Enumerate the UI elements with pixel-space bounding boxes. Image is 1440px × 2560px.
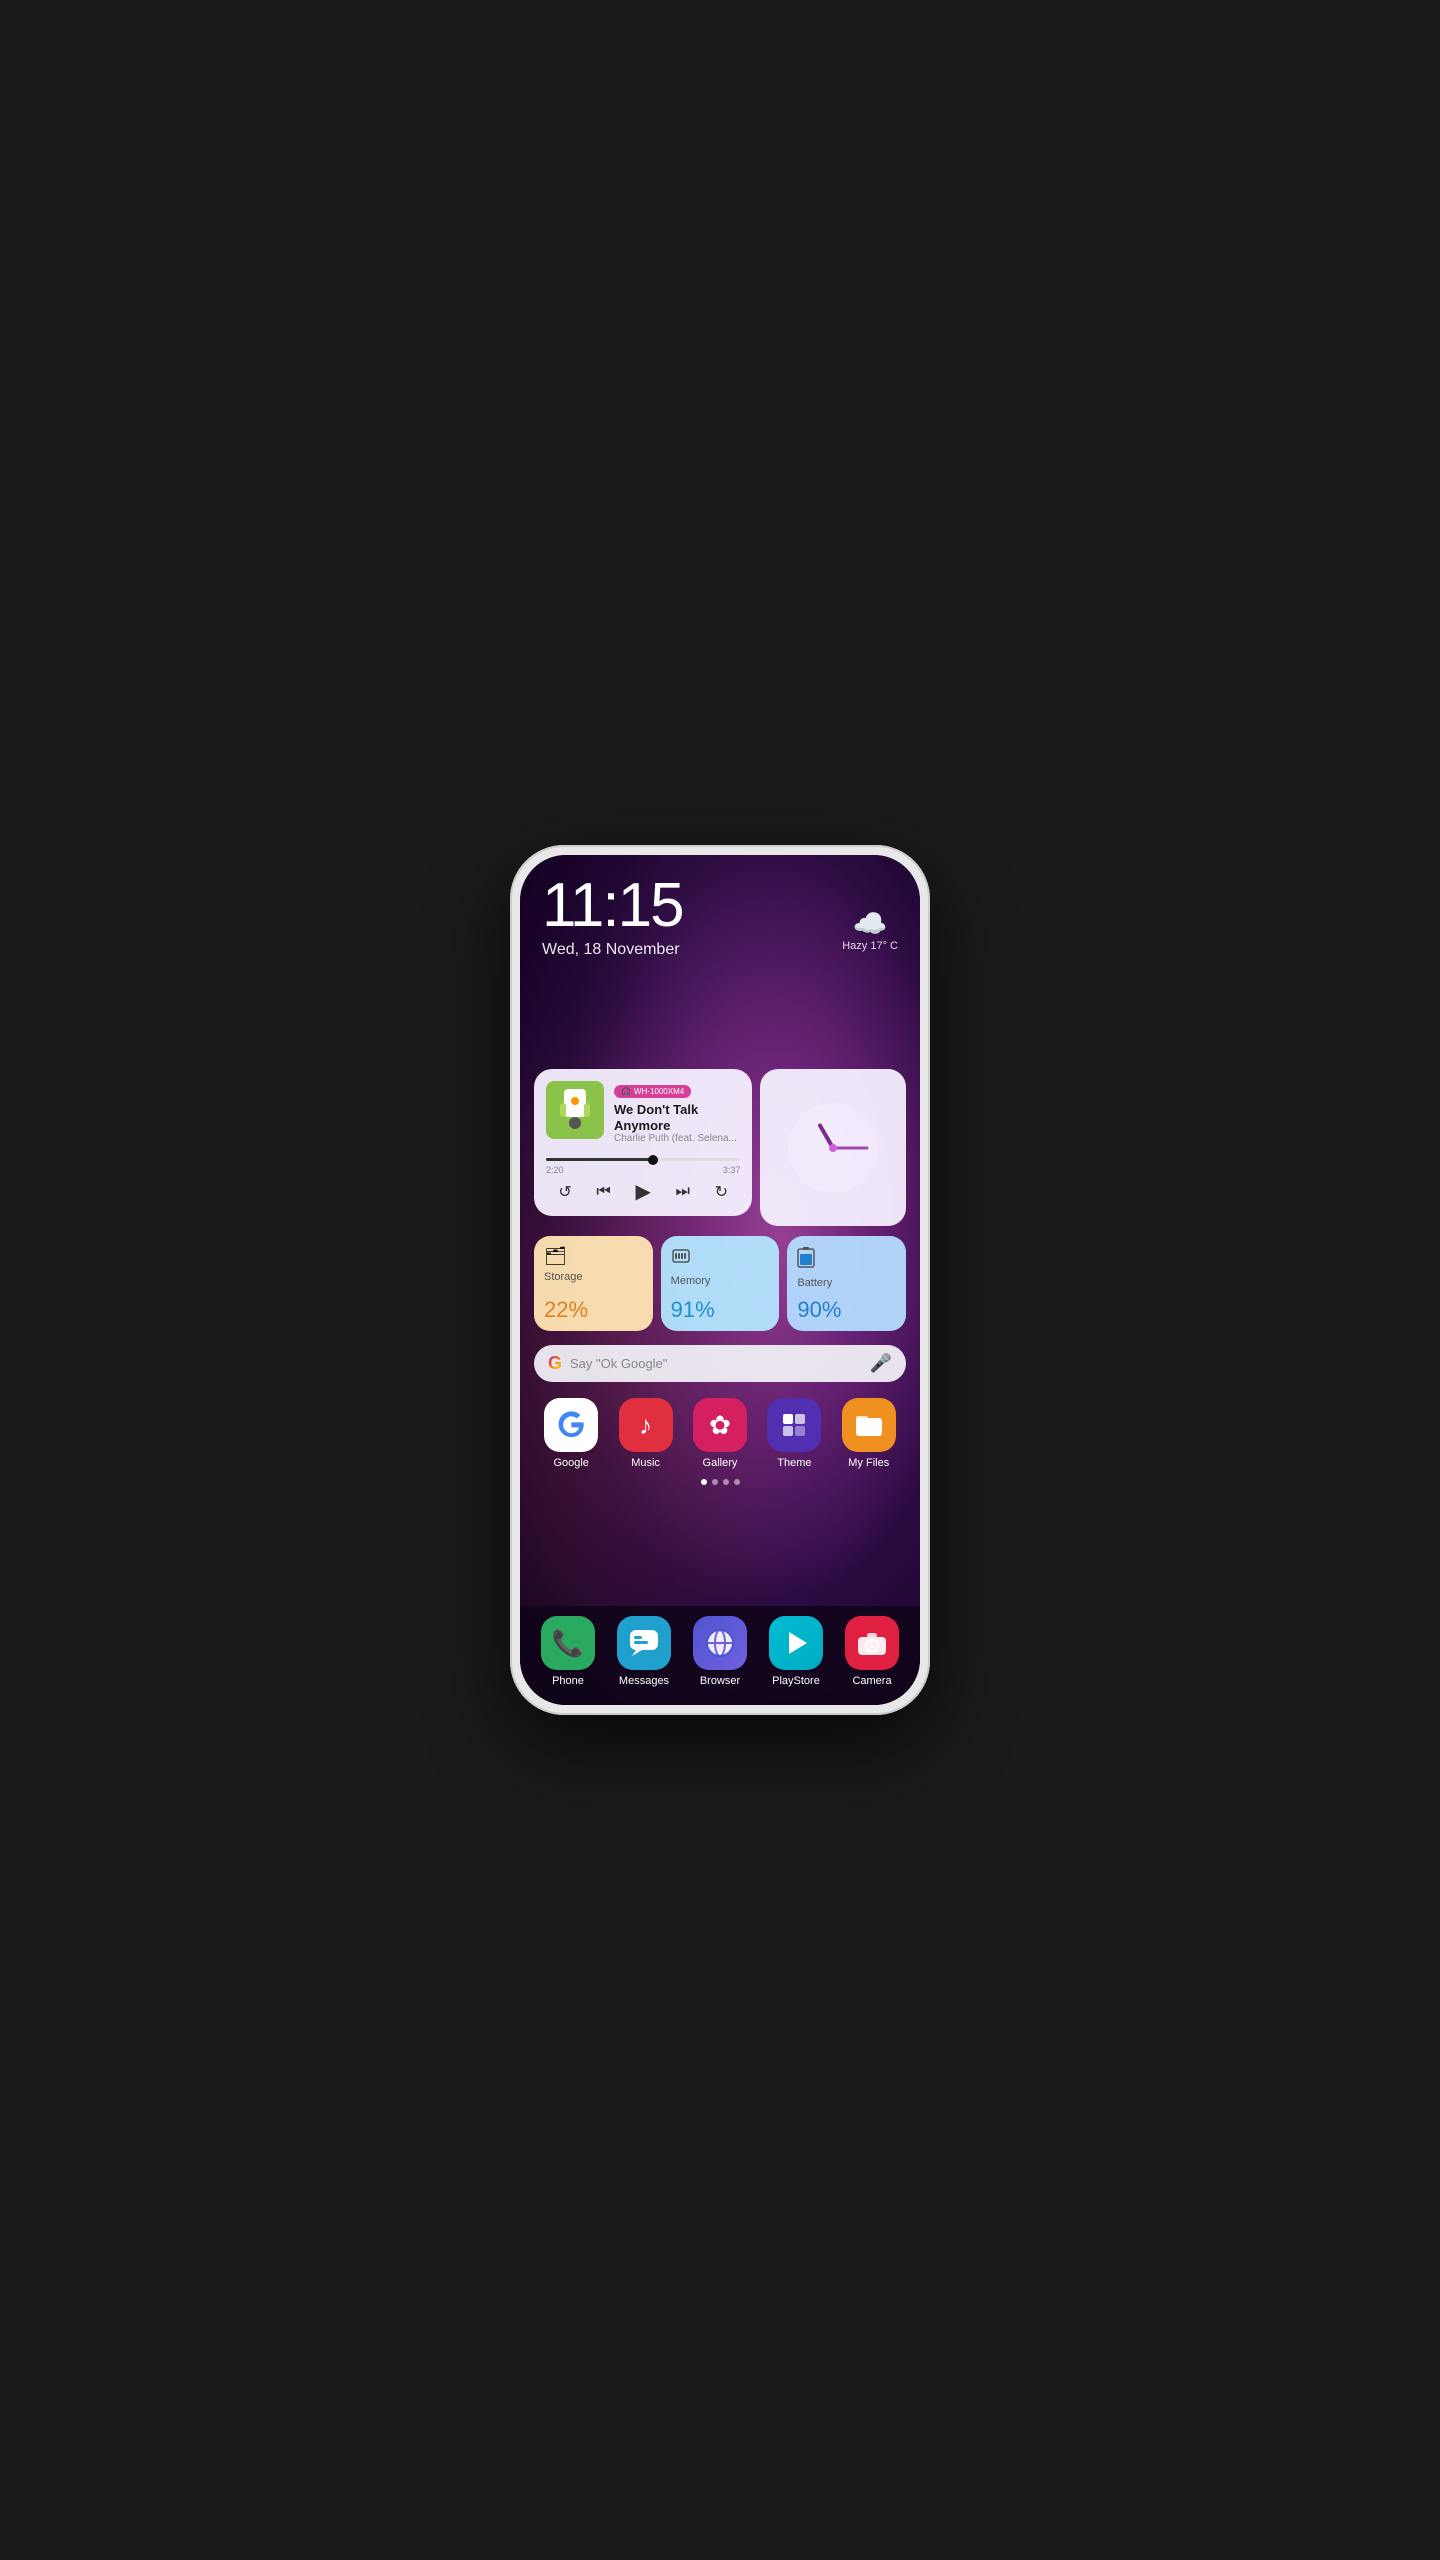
music-title: We Don't Talk Anymore — [614, 1102, 740, 1133]
music-top: 🎧 WH-1000XM4 We Don't Talk Anymore Charl… — [546, 1081, 740, 1144]
time-current: 2:20 — [546, 1165, 564, 1175]
app-music[interactable]: ♪ Music — [619, 1398, 673, 1469]
minute-hand — [833, 1146, 868, 1149]
progress-fill — [546, 1158, 653, 1161]
dock-apps: 📞 Phone Messages — [530, 1616, 910, 1687]
memory-value: 91% — [671, 1297, 770, 1323]
storage-label: Storage — [544, 1271, 643, 1283]
music-clock-row: 🎧 WH-1000XM4 We Don't Talk Anymore Charl… — [534, 1069, 906, 1226]
myfiles-icon — [842, 1398, 896, 1452]
dock-browser[interactable]: Browser — [693, 1616, 747, 1687]
phone-frame: 11:15 Wed, 18 November ☁️ Hazy 17° C — [510, 845, 930, 1715]
widgets-area: 🎧 WH-1000XM4 We Don't Talk Anymore Charl… — [520, 1069, 920, 1485]
music-icon: ♪ — [619, 1398, 673, 1452]
analog-clock-widget — [760, 1069, 906, 1226]
analog-clock — [788, 1103, 878, 1193]
clock-center — [829, 1144, 837, 1152]
phone-screen: 11:15 Wed, 18 November ☁️ Hazy 17° C — [520, 855, 920, 1705]
clock-face — [788, 1103, 878, 1193]
page-dots — [534, 1479, 906, 1485]
music-times: 2:20 3:37 — [546, 1165, 740, 1175]
memory-icon — [671, 1246, 770, 1271]
messages-icon — [617, 1616, 671, 1670]
battery-widget: Battery 90% — [787, 1236, 906, 1331]
progress-dot — [648, 1155, 658, 1165]
app-myfiles[interactable]: My Files — [842, 1398, 896, 1469]
music-widget: 🎧 WH-1000XM4 We Don't Talk Anymore Charl… — [534, 1069, 752, 1226]
messages-label: Messages — [619, 1675, 669, 1687]
phone-label: Phone — [552, 1675, 584, 1687]
music-info: 🎧 WH-1000XM4 We Don't Talk Anymore Charl… — [614, 1081, 740, 1144]
gallery-label: Gallery — [703, 1457, 738, 1469]
app-google[interactable]: Google — [544, 1398, 598, 1469]
forward-button[interactable]: ↻ — [715, 1182, 728, 1202]
play-button[interactable]: ▶ — [635, 1179, 650, 1204]
dot-3 — [723, 1479, 729, 1485]
next-button[interactable]: ⏭ — [676, 1183, 690, 1201]
stats-row: 🗂 Storage 22% Memory — [534, 1236, 906, 1331]
dot-1 — [701, 1479, 707, 1485]
music-artist: Charlie Puth (feat. Selena... — [614, 1133, 740, 1144]
browser-label: Browser — [700, 1675, 740, 1687]
google-logo-icon: G — [548, 1353, 562, 1374]
camera-label: Camera — [852, 1675, 891, 1687]
gallery-icon: ✿ — [693, 1398, 747, 1452]
time-total: 3:37 — [723, 1165, 741, 1175]
battery-value: 90% — [797, 1297, 896, 1323]
memory-widget: Memory 91% — [661, 1236, 780, 1331]
storage-icon: 🗂 — [544, 1246, 643, 1267]
storage-value: 22% — [544, 1297, 643, 1323]
battery-icon — [797, 1246, 896, 1273]
dock-messages[interactable]: Messages — [617, 1616, 671, 1687]
progress-bar[interactable] — [546, 1158, 740, 1161]
music-label: Music — [631, 1457, 660, 1469]
playstore-label: PlayStore — [772, 1675, 820, 1687]
replay-button[interactable]: ↺ — [558, 1182, 571, 1202]
app-theme[interactable]: Theme — [767, 1398, 821, 1469]
playstore-icon — [769, 1616, 823, 1670]
phone-icon: 📞 — [541, 1616, 595, 1670]
bluetooth-badge: 🎧 WH-1000XM4 — [614, 1085, 691, 1098]
status-bar — [520, 855, 920, 867]
battery-label: Battery — [797, 1277, 896, 1289]
dock-playstore[interactable]: PlayStore — [769, 1616, 823, 1687]
music-controls: ↺ ⏮ ▶ ⏭ ↻ — [546, 1179, 740, 1204]
search-bar[interactable]: G Say "Ok Google" 🎤 — [534, 1345, 906, 1382]
weather-icon: ☁️ — [842, 907, 898, 940]
dot-2 — [712, 1479, 718, 1485]
dock: 📞 Phone Messages — [520, 1606, 920, 1705]
google-label: Google — [553, 1457, 588, 1469]
prev-button[interactable]: ⏮ — [596, 1183, 610, 1201]
storage-widget: 🗂 Storage 22% — [534, 1236, 653, 1331]
dock-camera[interactable]: Camera — [845, 1616, 899, 1687]
dot-4 — [734, 1479, 740, 1485]
browser-icon — [693, 1616, 747, 1670]
weather-widget: ☁️ Hazy 17° C — [842, 907, 898, 952]
myfiles-label: My Files — [848, 1457, 889, 1469]
app-grid: Google ♪ Music ✿ Gallery — [534, 1398, 906, 1469]
dock-phone[interactable]: 📞 Phone — [541, 1616, 595, 1687]
search-placeholder: Say "Ok Google" — [570, 1356, 862, 1371]
camera-icon — [845, 1616, 899, 1670]
album-art — [546, 1081, 604, 1139]
app-gallery[interactable]: ✿ Gallery — [693, 1398, 747, 1469]
weather-text: Hazy 17° C — [842, 940, 898, 952]
theme-label: Theme — [777, 1457, 811, 1469]
google-icon — [544, 1398, 598, 1452]
theme-icon — [767, 1398, 821, 1452]
mic-icon[interactable]: 🎤 — [870, 1353, 892, 1374]
memory-label: Memory — [671, 1275, 770, 1287]
